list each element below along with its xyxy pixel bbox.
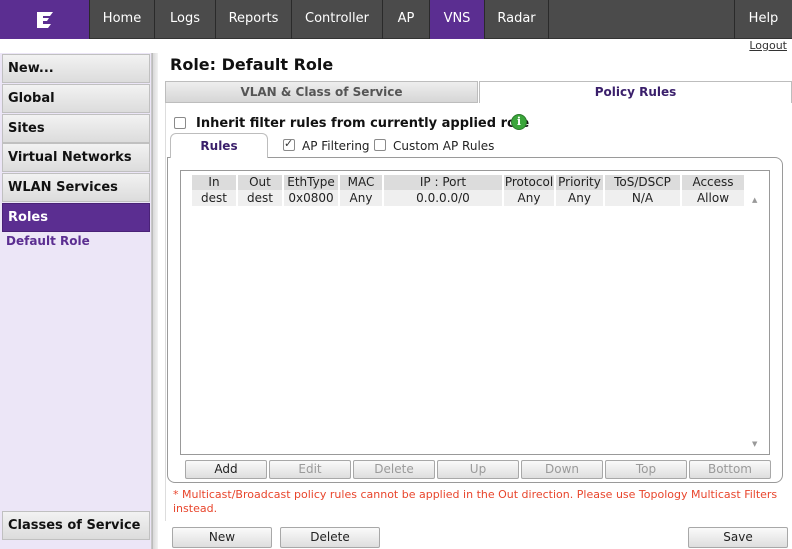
- nav-tab-home[interactable]: Home: [90, 0, 155, 39]
- top-nav: Home Logs Reports Controller AP VNS Rada…: [0, 0, 792, 39]
- save-button[interactable]: Save: [688, 527, 788, 548]
- new-button[interactable]: New: [172, 527, 272, 548]
- ap-filtering-checkbox[interactable]: [283, 137, 295, 151]
- cell-access: Allow: [682, 190, 744, 206]
- sidebar-item-sites[interactable]: Sites: [2, 114, 150, 143]
- multicast-warning-text: * Multicast/Broadcast policy rules canno…: [173, 488, 778, 515]
- move-up-button[interactable]: Up: [437, 460, 519, 479]
- sidebar-splitter[interactable]: [152, 53, 158, 549]
- move-top-button[interactable]: Top: [605, 460, 687, 479]
- nav-tab-logs[interactable]: Logs: [155, 0, 216, 39]
- column-header-protocol[interactable]: Protocol: [504, 175, 554, 190]
- edit-rule-button[interactable]: Edit: [269, 460, 351, 479]
- sidebar-item-wlan-services[interactable]: WLAN Services: [2, 173, 150, 202]
- nav-tab-reports[interactable]: Reports: [216, 0, 292, 39]
- scroll-down-arrow-icon[interactable]: ▼: [752, 440, 757, 448]
- custom-ap-rules-checkbox[interactable]: [374, 139, 386, 151]
- cell-ip-port: 0.0.0.0/0: [384, 190, 502, 206]
- table-header-row: In Out EthType MAC IP : Port Protocol Pr…: [192, 175, 744, 190]
- nav-tab-radar[interactable]: Radar: [485, 0, 549, 39]
- info-icon[interactable]: i: [511, 114, 527, 130]
- add-rule-button[interactable]: Add: [185, 460, 267, 479]
- cell-in: dest: [192, 190, 236, 206]
- column-header-access[interactable]: Access: [682, 175, 744, 190]
- delete-button[interactable]: Delete: [280, 527, 380, 548]
- column-header-mac[interactable]: MAC: [340, 175, 382, 190]
- scroll-up-arrow-icon[interactable]: ▲: [752, 196, 757, 204]
- column-header-priority[interactable]: Priority: [556, 175, 603, 190]
- cell-ethtype: 0x0800: [284, 190, 338, 206]
- nav-tab-ap[interactable]: AP: [383, 0, 430, 39]
- column-header-ethtype[interactable]: EthType: [284, 175, 338, 190]
- nav-tab-vns[interactable]: VNS: [430, 0, 485, 39]
- rules-table: In Out EthType MAC IP : Port Protocol Pr…: [190, 175, 746, 206]
- inherit-filter-checkbox[interactable]: [174, 117, 186, 129]
- cell-tos-dscp: N/A: [605, 190, 680, 206]
- sidebar-item-global[interactable]: Global: [2, 84, 150, 113]
- move-down-button[interactable]: Down: [521, 460, 603, 479]
- move-bottom-button[interactable]: Bottom: [689, 460, 771, 479]
- sidebar-subitem-default-role[interactable]: Default Role: [6, 234, 90, 248]
- logo-e-icon: [36, 11, 53, 28]
- cell-protocol: Any: [504, 190, 554, 206]
- custom-ap-rules-label: Custom AP Rules: [393, 139, 495, 153]
- cell-mac: Any: [340, 190, 382, 206]
- tab-policy-rules[interactable]: Policy Rules: [479, 81, 792, 103]
- extreme-networks-logo[interactable]: [0, 0, 90, 39]
- inherit-filter-label: Inherit filter rules from currently appl…: [196, 116, 530, 131]
- column-header-in[interactable]: In: [192, 175, 236, 190]
- table-row[interactable]: dest dest 0x0800 Any 0.0.0.0/0 Any Any N…: [192, 190, 744, 206]
- column-header-out[interactable]: Out: [238, 175, 282, 190]
- column-header-ip-port[interactable]: IP : Port: [384, 175, 502, 190]
- page-title: Role: Default Role: [170, 55, 334, 74]
- column-header-tos-dscp[interactable]: ToS/DSCP: [605, 175, 680, 190]
- sidebar-item-roles[interactable]: Roles: [2, 203, 150, 232]
- cell-priority: Any: [556, 190, 603, 206]
- ap-filtering-label: AP Filtering: [302, 139, 370, 153]
- cell-out: dest: [238, 190, 282, 206]
- subtab-rules[interactable]: Rules: [170, 133, 268, 158]
- sidebar-item-new[interactable]: New...: [2, 54, 150, 83]
- nav-tab-controller[interactable]: Controller: [292, 0, 383, 39]
- logout-link[interactable]: Logout: [749, 39, 787, 52]
- sidebar-item-classes-of-service[interactable]: Classes of Service: [2, 511, 150, 540]
- nav-tab-help[interactable]: Help: [734, 0, 792, 39]
- sidebar-item-virtual-networks[interactable]: Virtual Networks: [2, 143, 150, 172]
- rules-table-container[interactable]: [180, 170, 770, 455]
- delete-rule-button[interactable]: Delete: [353, 460, 435, 479]
- tab-vlan-class-of-service[interactable]: VLAN & Class of Service: [165, 81, 478, 103]
